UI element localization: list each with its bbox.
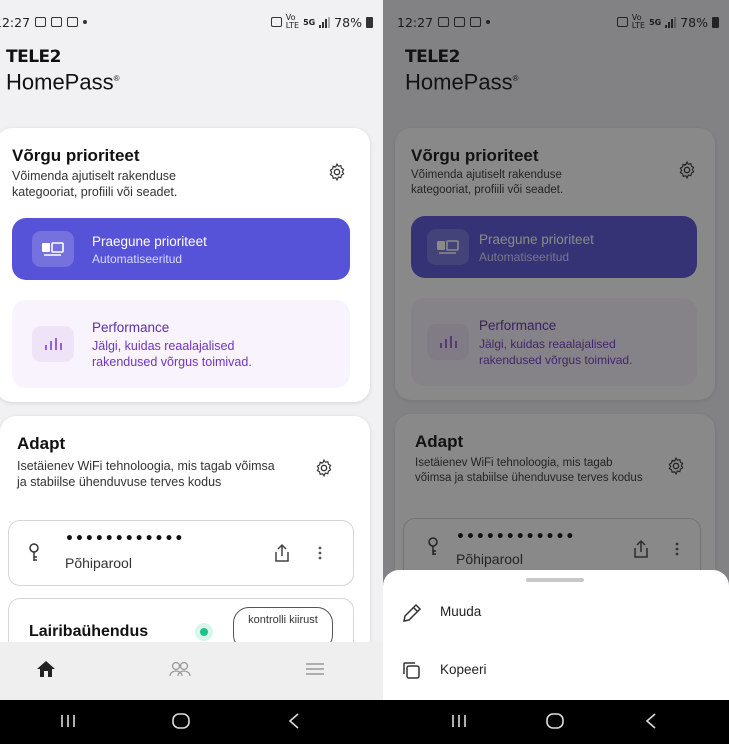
mail-icon (35, 17, 47, 27)
priority-title: Võrgu prioriteet (12, 146, 140, 165)
connection-status-icon (195, 623, 213, 641)
performance-button[interactable]: Performance Jälgi, kuidas reaalajalised … (12, 300, 350, 388)
current-priority-button[interactable]: Praegune prioriteet Automatiseeritud (12, 218, 350, 280)
priority-settings-icon[interactable] (327, 162, 347, 182)
priority-icon-box (32, 231, 74, 267)
priority-description: Võimenda ajutiselt rakenduse kategooriat… (12, 169, 178, 199)
network-type: 5G (303, 17, 316, 27)
home-button-icon[interactable] (546, 713, 564, 729)
copy-option[interactable]: Kopeeri (383, 648, 729, 692)
edit-option[interactable]: Muuda (383, 590, 729, 634)
password-masked: •••••••••••• (65, 531, 185, 547)
people-icon[interactable] (168, 660, 192, 678)
home-icon[interactable] (36, 660, 56, 678)
bar-chart-icon (45, 338, 62, 350)
share-icon[interactable] (273, 543, 291, 563)
recent-apps-icon[interactable] (451, 714, 467, 728)
edit-label: Muuda (440, 604, 482, 619)
brand-tele2: TELE2 (6, 47, 61, 67)
app-icon (67, 17, 79, 27)
battery-percent: 78% (334, 14, 362, 30)
back-icon[interactable] (288, 713, 300, 729)
password-row[interactable]: •••••••••••• Põhiparool (8, 520, 354, 586)
system-navigation-bar (383, 700, 729, 744)
volte-icon: VoLTE (285, 13, 300, 30)
status-bar: 12:27 VoLTE 5G 78% (0, 10, 383, 34)
devices-icon (42, 242, 64, 256)
sheet-drag-handle[interactable] (526, 578, 584, 582)
home-button-icon[interactable] (172, 713, 190, 729)
adapt-description: Isetäienev WiFi tehnoloogia, mis tagab v… (17, 459, 275, 489)
adapt-settings-icon[interactable] (314, 458, 334, 478)
menu-icon[interactable] (306, 662, 324, 676)
performance-icon-box (32, 326, 74, 362)
key-icon (29, 543, 39, 561)
current-priority-subtitle: Automatiseeritud (92, 252, 183, 266)
left-phone-screen: 12:27 VoLTE 5G 78% TELE2 HomePass® Võrgu… (0, 0, 383, 744)
dot-icon (83, 20, 88, 24)
status-time: 12:27 (0, 14, 31, 30)
performance-title: Performance (92, 320, 170, 335)
signal-icon (319, 16, 331, 28)
system-navigation-bar (0, 700, 383, 744)
adapt-card: Adapt Isetäienev WiFi tehnoloogia, mis t… (0, 416, 370, 668)
copy-icon (403, 662, 420, 679)
recent-apps-icon[interactable] (60, 714, 76, 728)
back-icon[interactable] (645, 713, 657, 729)
performance-description: Jälgi, kuidas reaalajalised rakendused v… (92, 339, 252, 369)
pencil-icon (403, 603, 422, 622)
brand-logo: TELE2 HomePass® (6, 48, 120, 95)
adapt-title: Adapt (17, 434, 66, 453)
ethernet-title: Lairibaühendus (29, 623, 149, 640)
bottom-navigation (0, 642, 383, 700)
battery-icon (366, 16, 373, 28)
right-phone-screen: 12:27 VoLTE 5G 78% TELE2 HomePass® Võrgu… (383, 0, 729, 744)
current-priority-title: Praegune prioriteet (92, 234, 207, 249)
password-label: Põhiparool (65, 555, 132, 571)
copy-label: Kopeeri (440, 662, 487, 677)
network-priority-card: Võrgu prioriteet Võimenda ajutiselt rake… (0, 128, 370, 402)
bottom-sheet: Muuda Kopeeri (383, 570, 729, 700)
brand-homepass: HomePass® (6, 69, 120, 95)
alarm-icon (270, 17, 282, 27)
notification-icon (51, 17, 63, 27)
more-options-icon[interactable] (317, 545, 323, 561)
